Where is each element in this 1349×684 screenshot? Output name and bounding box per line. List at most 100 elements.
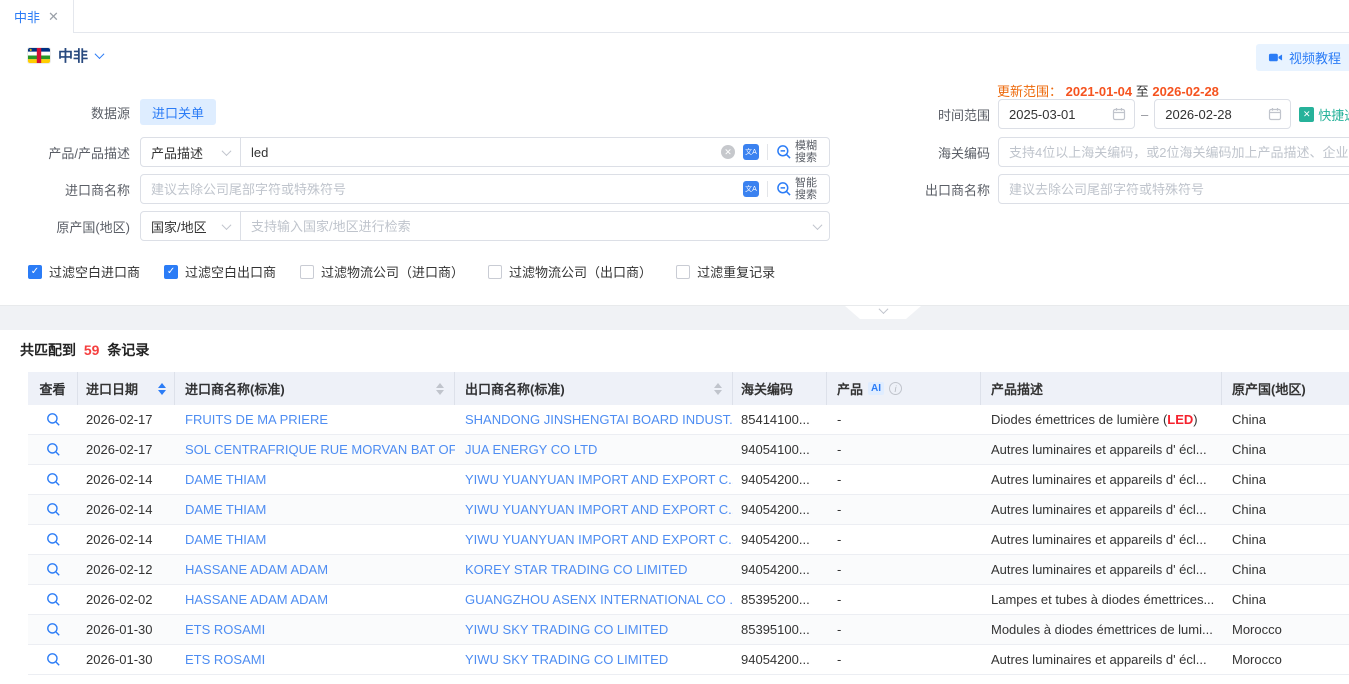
calendar-icon[interactable] (1268, 107, 1282, 121)
importer-input[interactable] (141, 182, 743, 197)
fuzzy-search-label: 模糊搜索 (795, 140, 819, 164)
filter-checkbox[interactable]: ✓ 过滤空白进口商 (28, 262, 140, 281)
row-exporter-link[interactable]: YIWU SKY TRADING CO LIMITED (455, 622, 733, 637)
product-type-select[interactable]: 产品描述 (141, 138, 241, 166)
row-exporter-link[interactable]: YIWU SKY TRADING CO LIMITED (455, 652, 733, 667)
chevron-down-icon (95, 49, 105, 59)
row-product-desc: Autres luminaires et appareils d' écl... (981, 652, 1222, 667)
time-range-label: 时间范围 (860, 105, 998, 124)
table-header: 查看 进口日期 进口商名称(标准) 出口商名称(标准) 海关编码 产品 AI i (28, 372, 1349, 405)
country-selector[interactable]: 中非 (28, 45, 103, 66)
view-magnifier-icon[interactable] (46, 652, 61, 667)
row-importer-link[interactable]: ETS ROSAMI (175, 622, 455, 637)
chevron-down-icon (222, 220, 232, 230)
view-magnifier-icon[interactable] (46, 412, 61, 427)
results-panel: 共匹配到 59 条记录 查看 进口日期 进口商名称(标准) 出口商名称(标准) … (0, 330, 1349, 684)
update-range: 更新范围： 2021-01-04 至 2026-02-28 (997, 81, 1219, 100)
row-exporter-link[interactable]: KOREY STAR TRADING CO LIMITED (455, 562, 733, 577)
row-exporter-link[interactable]: YIWU YUANYUAN IMPORT AND EXPORT C... (455, 532, 733, 547)
row-hs-code: 85395200... (733, 592, 827, 607)
row-product-desc: Autres luminaires et appareils d' écl... (981, 442, 1222, 457)
view-magnifier-icon[interactable] (46, 592, 61, 607)
smart-search-button[interactable]: 智能搜索 (776, 177, 821, 201)
row-exporter-link[interactable]: YIWU YUANYUAN IMPORT AND EXPORT C... (455, 502, 733, 517)
column-header-date[interactable]: 进口日期 (78, 372, 175, 405)
row-importer-link[interactable]: DAME THIAM (175, 472, 455, 487)
column-header-view: 查看 (28, 372, 78, 405)
time-range-start-input-box (998, 99, 1135, 129)
origin-country-input[interactable] (241, 219, 814, 234)
hs-code-input-box (998, 137, 1349, 167)
row-importer-link[interactable]: HASSANE ADAM ADAM (175, 592, 455, 607)
sort-icon[interactable] (714, 383, 722, 395)
row-importer-link[interactable]: DAME THIAM (175, 502, 455, 517)
row-import-date: 2026-02-14 (78, 502, 175, 517)
search-panel: 中非 视频教程 更新范围： 2021-01-04 至 2026-02-28 数据… (0, 33, 1349, 306)
quick-select-icon: ✕ (1299, 107, 1314, 122)
calendar-icon[interactable] (1112, 107, 1126, 121)
translate-icon[interactable]: 文A (743, 144, 759, 160)
view-magnifier-icon[interactable] (46, 622, 61, 637)
hs-code-input[interactable] (999, 145, 1349, 160)
checkbox-label: 过滤重复记录 (697, 262, 775, 281)
row-product: - (827, 472, 981, 487)
translate-icon[interactable]: 文A (743, 181, 759, 197)
exporter-input-box (998, 174, 1349, 204)
filter-checkbox[interactable]: ✓ 过滤物流公司（进口商） (300, 262, 464, 281)
origin-country-type-select[interactable]: 国家/地区 (141, 212, 241, 240)
row-importer-link[interactable]: SOL CENTRAFRIQUE RUE MORVAN BAT OF... (175, 442, 455, 457)
column-header-origin: 原产国(地区) (1222, 372, 1349, 405)
row-origin-country: China (1222, 412, 1349, 427)
row-import-date: 2026-02-14 (78, 472, 175, 487)
tab-zhongfei[interactable]: 中非 ✕ (0, 0, 74, 33)
view-magnifier-icon[interactable] (46, 442, 61, 457)
time-range-end-input[interactable] (1155, 107, 1268, 122)
row-product: - (827, 562, 981, 577)
filter-checkbox[interactable]: ✓ 过滤空白出口商 (164, 262, 276, 281)
tab-close-icon[interactable]: ✕ (48, 10, 59, 23)
summary-prefix: 共匹配到 (20, 342, 76, 358)
product-search-input[interactable] (241, 145, 721, 160)
info-icon[interactable]: i (889, 382, 902, 395)
row-importer-link[interactable]: ETS ROSAMI (175, 652, 455, 667)
sort-icon[interactable] (436, 383, 444, 395)
time-range-start-input[interactable] (999, 107, 1112, 122)
row-import-date: 2026-02-17 (78, 442, 175, 457)
exporter-input[interactable] (999, 182, 1349, 197)
quick-select-button[interactable]: ✕ 快捷选择 (1299, 105, 1349, 124)
view-magnifier-icon[interactable] (46, 532, 61, 547)
row-import-date: 2026-02-02 (78, 592, 175, 607)
tab-bar: 中非 ✕ (0, 0, 1349, 33)
filter-checkbox[interactable]: ✓ 过滤重复记录 (676, 262, 775, 281)
clear-input-icon[interactable]: ✕ (721, 145, 735, 159)
filter-checkbox[interactable]: ✓ 过滤物流公司（出口商） (488, 262, 652, 281)
checkbox-icon: ✓ (676, 265, 690, 279)
row-product: - (827, 412, 981, 427)
row-product-desc: Autres luminaires et appareils d' écl... (981, 562, 1222, 577)
checkbox-label: 过滤物流公司（出口商） (509, 262, 652, 281)
column-header-exporter[interactable]: 出口商名称(标准) (455, 372, 733, 405)
row-importer-link[interactable]: DAME THIAM (175, 532, 455, 547)
data-source-label: 数据源 (0, 103, 140, 122)
tab-label: 中非 (14, 7, 40, 26)
row-import-date: 2026-01-30 (78, 622, 175, 637)
view-magnifier-icon[interactable] (46, 472, 61, 487)
row-exporter-link[interactable]: JUA ENERGY CO LTD (455, 442, 733, 457)
data-source-import-button[interactable]: 进口关单 (140, 99, 216, 125)
row-product-desc: Lampes et tubes à diodes émettrices... (981, 592, 1222, 607)
row-exporter-link[interactable]: GUANGZHOU ASENX INTERNATIONAL CO ... (455, 592, 733, 607)
sort-icon[interactable] (158, 383, 166, 395)
column-header-importer[interactable]: 进口商名称(标准) (175, 372, 455, 405)
row-importer-link[interactable]: HASSANE ADAM ADAM (175, 562, 455, 577)
view-magnifier-icon[interactable] (46, 502, 61, 517)
row-exporter-link[interactable]: YIWU YUANYUAN IMPORT AND EXPORT C... (455, 472, 733, 487)
collapse-panel-button[interactable] (845, 306, 921, 319)
table-row: 2026-02-17 SOL CENTRAFRIQUE RUE MORVAN B… (28, 435, 1349, 465)
video-tutorial-button[interactable]: 视频教程 (1256, 44, 1349, 71)
results-table: 查看 进口日期 进口商名称(标准) 出口商名称(标准) 海关编码 产品 AI i (28, 372, 1349, 684)
row-exporter-link[interactable]: SHANDONG JINSHENGTAI BOARD INDUST... (455, 412, 733, 427)
chevron-down-icon[interactable] (813, 220, 823, 230)
view-magnifier-icon[interactable] (46, 562, 61, 577)
row-importer-link[interactable]: FRUITS DE MA PRIERE (175, 412, 455, 427)
fuzzy-search-button[interactable]: 模糊搜索 (776, 140, 821, 164)
